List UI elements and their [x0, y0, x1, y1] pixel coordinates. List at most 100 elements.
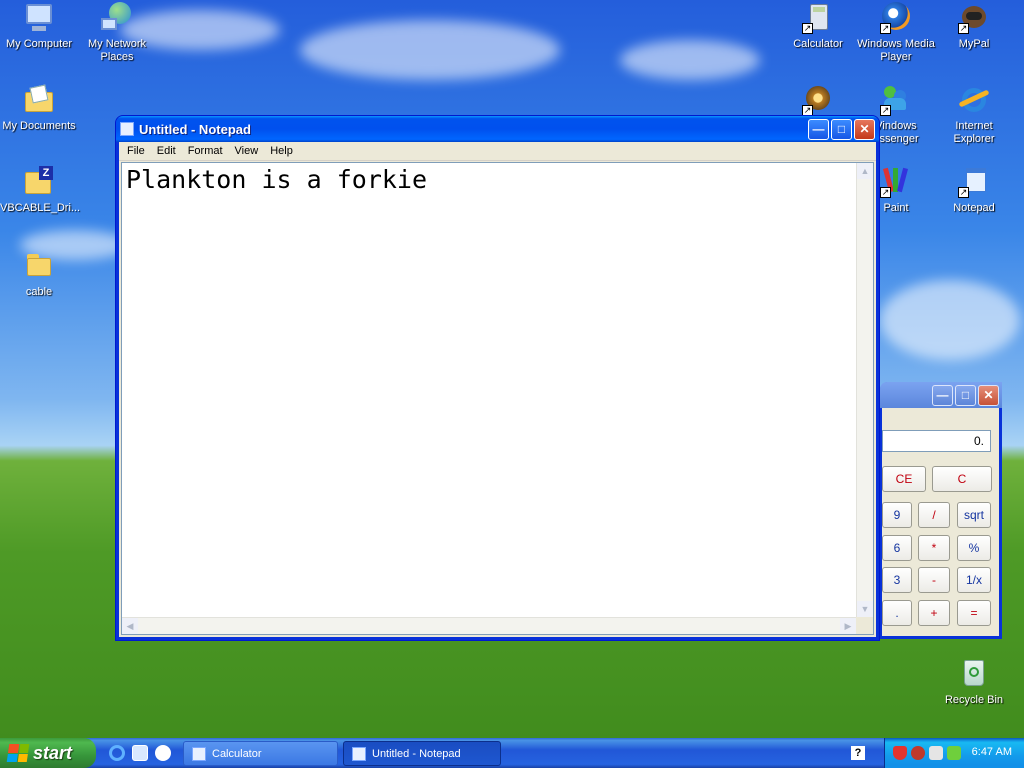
calculator-menubar: [882, 408, 999, 426]
security-shield-icon[interactable]: [893, 746, 907, 760]
desktop-icon-notepad[interactable]: ↗ Notepad: [935, 166, 1013, 215]
calc-button-3[interactable]: 3: [882, 567, 912, 593]
window-title: Untitled - Notepad: [139, 121, 251, 137]
outlook-express-icon[interactable]: [132, 745, 148, 761]
calculator-icon: [192, 746, 206, 761]
maximize-button: □: [955, 384, 976, 406]
network-icon[interactable]: [947, 746, 961, 760]
menu-format[interactable]: Format: [182, 145, 229, 157]
calculator-titlebar[interactable]: — □ ✕: [880, 382, 1002, 408]
calc-button-c[interactable]: C: [932, 466, 992, 492]
desktop-icon-internet-explorer[interactable]: Internet Explorer: [935, 84, 1013, 146]
mypal-icon: ↗: [958, 2, 990, 34]
editor-content[interactable]: Plankton is a forkie: [126, 165, 427, 194]
text-editor[interactable]: Plankton is a forkie ▲ ▼ ◀ ▶: [121, 162, 874, 635]
desktop-icon-label: MyPal: [958, 38, 990, 50]
desktop-icon-my-documents[interactable]: My Documents: [0, 84, 78, 133]
close-button[interactable]: ✕: [978, 384, 999, 406]
desktop-icon-media-player[interactable]: ↗ Windows Media Player: [857, 2, 935, 64]
calc-button-9[interactable]: 9: [882, 502, 912, 528]
antivirus-icon[interactable]: [911, 746, 925, 760]
desktop-icon-mypal[interactable]: ↗ MyPal: [935, 2, 1013, 51]
help-icon[interactable]: ?: [851, 746, 865, 760]
taskbar-button-label: Calculator: [212, 747, 262, 760]
desktop-icon-calculator[interactable]: ↗ Calculator: [779, 2, 857, 51]
calculator-body: 0. CE C 9 / sqrt 6 * % 3 - 1/x . + =: [882, 408, 999, 636]
taskbar-button-label: Untitled - Notepad: [372, 747, 461, 760]
calc-button-reciprocal[interactable]: 1/x: [957, 567, 991, 593]
calc-button-6[interactable]: 6: [882, 535, 912, 561]
menu-file[interactable]: File: [121, 145, 151, 157]
notepad-icon: [120, 122, 134, 136]
calculator-window[interactable]: — □ ✕ 0. CE C 9 / sqrt 6 * % 3 - 1/x . +…: [880, 382, 1002, 639]
desktop-icon-label: Recycle Bin: [944, 694, 1004, 706]
internet-explorer-icon: [958, 84, 990, 116]
desktop-icon-cable-folder[interactable]: cable: [0, 250, 78, 299]
desktop-icon-label: VBCABLE_Dri...: [0, 202, 81, 214]
system-tray: 6:47 AM: [884, 738, 1024, 768]
shortcut-arrow-icon: ↗: [880, 187, 891, 198]
calc-button-equals[interactable]: =: [957, 600, 991, 626]
scroll-left-button[interactable]: ◀: [122, 618, 138, 634]
internet-explorer-icon[interactable]: [109, 745, 125, 761]
menu-edit[interactable]: Edit: [151, 145, 182, 157]
menubar: File Edit Format View Help: [119, 142, 876, 161]
desktop-icon-vbcable-zip[interactable]: Z VBCABLE_Dri...: [0, 166, 81, 215]
cloud: [300, 20, 560, 80]
menu-help[interactable]: Help: [264, 145, 299, 157]
taskbar-button-notepad[interactable]: Untitled - Notepad: [343, 741, 501, 766]
minimize-button[interactable]: —: [932, 384, 953, 406]
network-places-icon: [101, 2, 133, 34]
calc-button-minus[interactable]: -: [918, 567, 950, 593]
notepad-window[interactable]: Untitled - Notepad — □ ✕ File Edit Forma…: [115, 115, 880, 641]
calc-button-multiply[interactable]: *: [918, 535, 950, 561]
notepad-body: File Edit Format View Help Plankton is a…: [119, 142, 876, 637]
calc-button-divide[interactable]: /: [918, 502, 950, 528]
scroll-right-button[interactable]: ▶: [840, 618, 856, 634]
shortcut-arrow-icon: ↗: [958, 187, 969, 198]
minimize-button[interactable]: —: [808, 118, 829, 140]
clock[interactable]: 6:47 AM: [972, 746, 1012, 758]
close-button[interactable]: ✕: [854, 118, 875, 140]
start-button[interactable]: start: [0, 738, 96, 768]
desktop-icon-network-places[interactable]: My Network Places: [78, 2, 156, 64]
scroll-down-button[interactable]: ▼: [857, 601, 873, 617]
notepad-titlebar[interactable]: Untitled - Notepad — □ ✕: [116, 116, 879, 142]
close-icon: ✕: [983, 388, 994, 402]
notepad-icon: [352, 746, 366, 761]
desktop-icon-label: cable: [25, 286, 53, 298]
menu-view[interactable]: View: [229, 145, 265, 157]
maximize-button[interactable]: □: [831, 118, 852, 140]
calc-button-plus[interactable]: +: [918, 600, 950, 626]
movie-maker-icon: ↗: [802, 84, 834, 116]
notepad-icon: ↗: [958, 166, 990, 198]
windows-logo-icon: [6, 744, 30, 762]
resize-grip[interactable]: [856, 617, 873, 634]
horizontal-scrollbar[interactable]: ◀ ▶: [122, 617, 856, 634]
my-documents-icon: [23, 84, 55, 116]
vertical-scrollbar[interactable]: ▲ ▼: [856, 163, 873, 617]
shortcut-arrow-icon: ↗: [880, 105, 891, 116]
desktop-icon-recycle-bin[interactable]: Recycle Bin: [935, 658, 1013, 707]
scroll-up-button[interactable]: ▲: [857, 163, 873, 179]
cloud: [620, 40, 760, 80]
minimize-icon: —: [936, 388, 949, 402]
zip-folder-icon: Z: [23, 166, 55, 198]
desktop-icon-my-computer[interactable]: My Computer: [0, 2, 78, 51]
messenger-icon: ↗: [880, 84, 912, 116]
media-player-icon[interactable]: [155, 745, 171, 761]
taskbar-button-calculator[interactable]: Calculator: [183, 741, 338, 766]
desktop-icon-label: Windows Media Player: [857, 38, 935, 63]
shortcut-arrow-icon: ↗: [958, 23, 969, 34]
recycle-bin-icon: [958, 658, 990, 690]
desktop-icon-label: Internet Explorer: [953, 120, 995, 145]
desktop-icon-label: Notepad: [953, 202, 995, 214]
calc-button-percent[interactable]: %: [957, 535, 991, 561]
calculator-icon: ↗: [802, 2, 834, 34]
start-label: start: [33, 742, 73, 763]
volume-icon[interactable]: [929, 746, 943, 760]
taskbar: start Calculator Untitled - Notepad ? 6:…: [0, 738, 1024, 768]
calc-button-sqrt[interactable]: sqrt: [957, 502, 991, 528]
calc-button-decimal[interactable]: .: [882, 600, 912, 626]
calc-button-ce[interactable]: CE: [882, 466, 926, 492]
